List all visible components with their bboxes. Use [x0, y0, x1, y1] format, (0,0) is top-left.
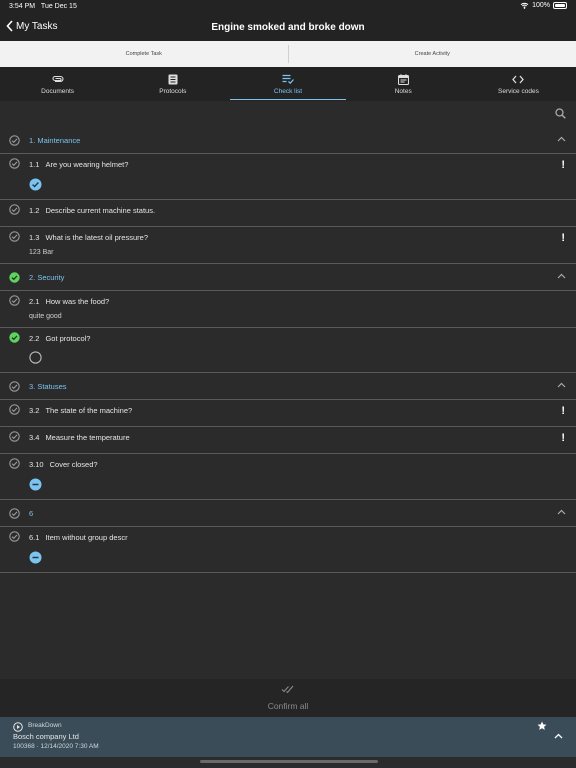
play-circle-icon: [13, 722, 23, 732]
nav-bar: My Tasks Engine smoked and broke down: [0, 14, 576, 41]
chevron-up-icon[interactable]: [557, 273, 566, 279]
paperclip-icon: [52, 75, 64, 83]
group-header[interactable]: 3. Statuses: [0, 373, 576, 400]
status-time: 3:54 PM Tue Dec 15: [9, 3, 77, 10]
group-title: 6: [29, 509, 34, 518]
check-circle-icon: [9, 531, 20, 542]
chevron-up-icon[interactable]: [554, 733, 563, 739]
create-activity-button[interactable]: Create Activity: [289, 41, 576, 67]
confirm-all-label: Confirm all: [267, 701, 309, 711]
task-footer[interactable]: BreakDown Bosch company Ltd 100368 · 12/…: [0, 717, 576, 757]
tab-bar: Documents Protocols Check list Notes Ser…: [0, 67, 576, 101]
status-right: 100%: [520, 2, 567, 9]
checklist-icon: [282, 74, 294, 84]
item-question: 1.1 Are you wearing helmet?: [29, 160, 129, 169]
task-meta: 100368 · 12/14/2020 7:30 AM: [13, 743, 99, 750]
calendar-icon: [397, 73, 409, 85]
check-filled-icon: [9, 272, 20, 283]
group-title: 1. Maintenance: [29, 136, 81, 145]
tab-documents[interactable]: Documents: [0, 67, 115, 101]
group-header[interactable]: 2. Security: [0, 264, 576, 291]
check-filled-icon: [9, 332, 20, 343]
page-title: Engine smoked and broke down: [211, 22, 365, 33]
item-question: 3.2 The state of the machine?: [29, 406, 133, 415]
complete-task-button[interactable]: Complete Task: [0, 41, 288, 67]
item-answer: 123 Bar: [29, 249, 54, 256]
checklist-item[interactable]: 1.2 Describe current machine status.: [0, 200, 576, 227]
tab-protocols[interactable]: Protocols: [115, 67, 230, 101]
battery-percent: 100%: [532, 2, 550, 9]
star-icon[interactable]: [537, 721, 547, 731]
item-question: 3.4 Measure the temperature: [29, 433, 130, 442]
search-icon[interactable]: [555, 108, 566, 119]
group-title: 2. Security: [29, 273, 65, 282]
chevron-up-icon[interactable]: [557, 382, 566, 388]
checklist-item[interactable]: 6.1 Item without group descr: [0, 527, 576, 573]
check-circle-icon: [9, 135, 20, 146]
check-circle-icon: [9, 431, 20, 442]
check-circle-icon: [9, 204, 20, 215]
group-header[interactable]: 6: [0, 500, 576, 527]
battery-icon: [553, 2, 567, 9]
mandatory-marker: !: [561, 159, 565, 171]
search-row: [0, 101, 576, 127]
tab-label: Check list: [273, 88, 303, 95]
action-bar: Complete Task Create Activity: [0, 41, 576, 67]
item-question: 3.10 Cover closed?: [29, 460, 98, 469]
status-bar: 3:54 PM Tue Dec 15 100%: [0, 0, 576, 14]
minus-circle-icon[interactable]: [29, 551, 42, 564]
checked-circle-icon[interactable]: [29, 178, 42, 191]
home-indicator-bar: [0, 757, 576, 768]
chevron-up-icon[interactable]: [557, 136, 566, 142]
checklist-item[interactable]: 3.4 Measure the temperature !: [0, 427, 576, 454]
code-icon: [512, 75, 525, 83]
minus-circle-icon[interactable]: [29, 478, 42, 491]
tab-check-list[interactable]: Check list: [230, 67, 346, 101]
check-circle-icon: [9, 381, 20, 392]
empty-circle-icon[interactable]: [29, 351, 42, 364]
checklist-item[interactable]: 1.3 What is the latest oil pressure? ! 12…: [0, 227, 576, 264]
checklist-item[interactable]: 3.10 Cover closed?: [0, 454, 576, 500]
mandatory-marker: !: [561, 432, 565, 444]
check-circle-icon: [9, 231, 20, 242]
check-circle-icon: [9, 508, 20, 519]
document-icon: [168, 74, 178, 84]
check-circle-icon: [9, 404, 20, 415]
checklist-item[interactable]: 1.1 Are you wearing helmet? !: [0, 154, 576, 200]
mandatory-marker: !: [561, 405, 565, 417]
tab-notes[interactable]: Notes: [346, 67, 461, 101]
tab-label: Documents: [41, 88, 75, 95]
checklist-item[interactable]: 2.2 Got protocol?: [0, 328, 576, 373]
chevron-up-icon[interactable]: [557, 509, 566, 515]
wifi-icon: [520, 2, 529, 9]
tab-label: Protocols: [159, 88, 187, 95]
item-question: 2.1 How was the food?: [29, 297, 110, 306]
double-check-icon: [281, 685, 294, 693]
check-circle-icon: [9, 458, 20, 469]
group-title: 3. Statuses: [29, 382, 67, 391]
tab-service-codes[interactable]: Service codes: [461, 67, 576, 101]
item-question: 2.2 Got protocol?: [29, 334, 91, 343]
item-question: 1.3 What is the latest oil pressure?: [29, 233, 148, 242]
tab-label: Notes: [394, 88, 412, 95]
item-question: 1.2 Describe current machine status.: [29, 206, 156, 215]
task-company: Bosch company Ltd: [13, 732, 79, 741]
mandatory-marker: !: [561, 232, 565, 244]
task-type: BreakDown: [28, 722, 62, 729]
home-indicator[interactable]: [200, 760, 378, 763]
check-circle-icon: [9, 158, 20, 169]
checklist-item[interactable]: 3.2 The state of the machine? !: [0, 400, 576, 427]
tab-label: Service codes: [498, 88, 539, 95]
group-header[interactable]: 1. Maintenance: [0, 127, 576, 154]
confirm-all-button[interactable]: Confirm all: [0, 679, 576, 717]
checklist-item[interactable]: 2.1 How was the food? quite good: [0, 291, 576, 328]
check-circle-icon: [9, 295, 20, 306]
item-question: 6.1 Item without group descr: [29, 533, 128, 542]
item-answer: quite good: [29, 313, 62, 320]
checklist: 1. Maintenance 1.1 Are you wearing helmet…: [0, 127, 576, 573]
